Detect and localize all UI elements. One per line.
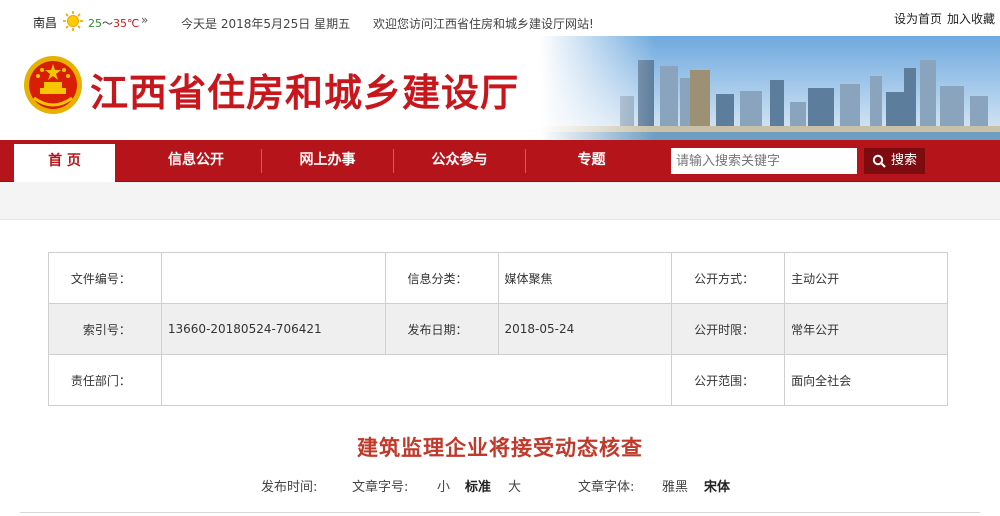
open-scope-value: 面向全社会 — [784, 354, 948, 406]
temperature: 25～35℃ — [88, 17, 140, 30]
current-date: 今天是 2018年5月25日 星期五 — [181, 17, 351, 31]
article-meta: 发布时间: 文章字号: 小 标准 大 文章字体: 雅黑 宋体 — [0, 476, 1000, 495]
sun-icon — [63, 11, 83, 31]
font-size-standard-button[interactable]: 标准 — [465, 476, 491, 495]
responsible-dept-label: 责任部门： — [48, 354, 162, 406]
font-size-label: 文章字号: — [352, 480, 409, 495]
open-mode-label: 公开方式： — [671, 252, 786, 304]
responsible-dept-value — [160, 354, 673, 406]
open-term-value: 常年公开 — [784, 303, 948, 355]
doc-number-value — [160, 252, 386, 304]
font-size-small-button[interactable]: 小 — [437, 476, 450, 495]
divider — [20, 512, 980, 513]
add-favorite-link[interactable]: 加入收藏 — [947, 10, 995, 27]
publish-date-value: 2018-05-24 — [497, 303, 673, 355]
weather-city: 南昌 — [33, 16, 58, 30]
font-face-label: 文章字体: — [578, 480, 635, 495]
city-skyline-image — [540, 36, 1000, 140]
category-label: 信息分类： — [384, 252, 499, 304]
font-face-yahei-button[interactable]: 雅黑 — [662, 476, 688, 495]
national-emblem-icon[interactable] — [22, 54, 84, 116]
index-number-label: 索引号： — [48, 303, 162, 355]
set-homepage-link[interactable]: 设为首页 — [894, 10, 942, 27]
publish-time-label: 发布时间: — [261, 480, 318, 495]
site-title[interactable]: 江西省住房和城乡建设厅 — [90, 62, 519, 117]
nav-item-topics[interactable]: 专题 — [526, 140, 657, 182]
category-value: 媒体聚焦 — [497, 252, 673, 304]
breadcrumb-strip — [0, 182, 1000, 220]
weather-more-link[interactable]: » — [141, 13, 148, 27]
font-face-song-button[interactable]: 宋体 — [704, 476, 730, 495]
nav-item-online-services[interactable]: 网上办事 — [262, 140, 393, 182]
site-banner: 江西省住房和城乡建设厅 — [0, 36, 1000, 140]
search-button-label: 搜索 — [891, 153, 918, 168]
doc-number-label: 文件编号： — [48, 252, 162, 304]
top-bar: 南昌 25～35℃ » 今天是 2018年5月25日 星期五 欢迎您访问江西省住… — [0, 0, 1000, 36]
open-mode-value: 主动公开 — [784, 252, 948, 304]
open-scope-label: 公开范围： — [671, 354, 786, 406]
search-icon — [872, 154, 886, 168]
search-button[interactable]: 搜索 — [864, 148, 925, 174]
article-title: 建筑监理企业将接受动态核查 — [357, 435, 643, 460]
document-info-table: 文件编号： 信息分类： 媒体聚焦 公开方式： 主动公开 索引号： 13660-2… — [48, 252, 948, 406]
main-nav: 首 页 信息公开 网上办事 公众参与 专题 搜索 — [0, 140, 1000, 182]
index-number-value: 13660-20180524-706421 — [160, 303, 386, 355]
search-input[interactable] — [671, 148, 857, 174]
publish-date-label: 发布日期： — [384, 303, 499, 355]
nav-item-home[interactable]: 首 页 — [14, 144, 115, 182]
font-size-large-button[interactable]: 大 — [508, 476, 521, 495]
nav-item-public-participation[interactable]: 公众参与 — [394, 140, 525, 182]
open-term-label: 公开时限： — [671, 303, 786, 355]
welcome-text: 欢迎您访问江西省住房和城乡建设厅网站! — [373, 17, 594, 31]
nav-item-info-disclosure[interactable]: 信息公开 — [131, 140, 261, 182]
